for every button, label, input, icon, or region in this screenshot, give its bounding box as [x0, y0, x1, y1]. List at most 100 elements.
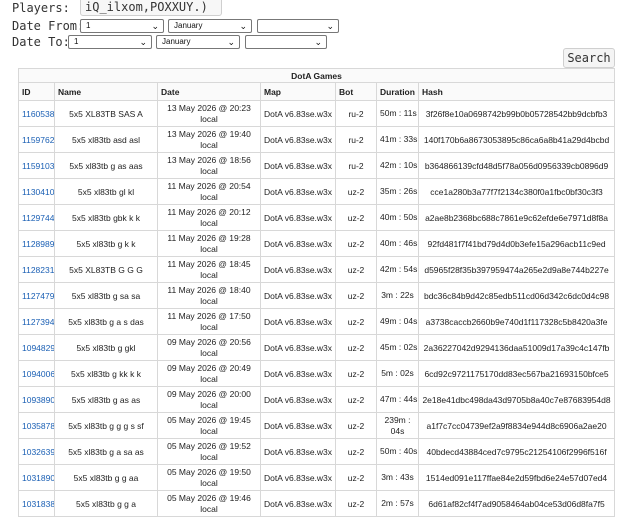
game-hash: a3738caccb2660b9e740d1f117328c5b8420a3fe — [417, 308, 616, 335]
game-name: 5x5 xl83tb gbk k k — [54, 204, 158, 231]
game-id-link[interactable]: 1128231 — [22, 265, 54, 275]
game-map: DotA v6.83se.w3x — [260, 490, 336, 517]
game-id-cell: 1127394 — [18, 308, 55, 335]
to-month-select[interactable]: January ⌄ — [156, 35, 240, 49]
game-id-link[interactable]: 1127479 — [22, 291, 54, 301]
game-duration: 40m : 50s — [376, 204, 419, 231]
game-id-link[interactable]: 1160538 — [22, 109, 54, 119]
chevron-down-icon: ⌄ — [227, 37, 235, 47]
game-bot: uz-2 — [335, 490, 377, 517]
game-bot: uz-2 — [335, 334, 377, 361]
game-hash: 40bdecd43884ced7c9795c21254106f2996f516f — [417, 438, 616, 465]
game-name: 5x5 XL83TB G G G — [54, 256, 158, 283]
game-date-zone: local — [200, 425, 218, 436]
table-row: 1129744 5x5 xl83tb gbk k k 11 May 2026 @ 2… — [18, 204, 616, 231]
game-bot: uz-2 — [335, 360, 377, 387]
game-id-cell: 1159103 — [18, 152, 55, 179]
game-duration-main: 3m : 43s — [381, 472, 414, 482]
game-id-link[interactable]: 1031838 — [22, 499, 54, 509]
table-row: 1032639 5x5 xl83tb g a sa as 05 May 2026 @… — [18, 438, 616, 465]
table-row: 1127394 5x5 xl83tb g a s das 11 May 2026 @… — [18, 308, 616, 335]
game-date: 11 May 2026 @ 17:50 local — [157, 308, 261, 335]
to-year-select[interactable]: ⌄ — [245, 35, 327, 49]
game-hash: 2e18e41dbc498da43d9705b8a40c7e87683954d8 — [417, 386, 616, 413]
game-date-zone: local — [200, 477, 218, 488]
from-year-select[interactable]: ⌄ — [257, 19, 339, 33]
game-hash: 2a36227042d9294136daa51009d17a39c4c147fb — [417, 334, 616, 361]
game-id-link[interactable]: 1094006 — [22, 369, 54, 379]
table-caption: DotA Games — [17, 68, 616, 83]
game-bot: uz-2 — [335, 282, 377, 309]
game-duration: 239m :04s — [376, 412, 419, 439]
game-bot: uz-2 — [335, 230, 377, 257]
from-day-select[interactable]: 1 ⌄ — [80, 19, 164, 33]
game-id-link[interactable]: 1031890 — [22, 473, 54, 483]
game-bot: ru-2 — [335, 152, 377, 179]
game-id-link[interactable]: 1032639 — [22, 447, 54, 457]
table-row: 1128231 5x5 XL83TB G G G 11 May 2026 @ 18:… — [18, 256, 616, 283]
game-id-cell: 1031890 — [18, 464, 55, 491]
game-id-cell: 1128989 — [18, 230, 55, 257]
game-date-zone: local — [200, 113, 218, 124]
game-id-link[interactable]: 1129744 — [22, 213, 54, 223]
game-date-zone: local — [200, 503, 218, 514]
game-id-link[interactable]: 1130410 — [22, 187, 54, 197]
column-header-name: Name — [54, 82, 158, 101]
game-id-cell: 1094829 — [18, 334, 55, 361]
table-row: 1031890 5x5 xl83tb g g aa 05 May 2026 @ 19… — [18, 464, 616, 491]
game-duration: 3m : 22s — [376, 282, 419, 309]
game-name: 5x5 xl83tb asd asl — [54, 126, 158, 153]
game-id-link[interactable]: 1094829 — [22, 343, 54, 353]
game-id-cell: 1031838 — [18, 490, 55, 517]
game-date-time: 05 May 2026 @ 19:45 — [167, 414, 251, 425]
game-date-time: 09 May 2026 @ 20:00 — [167, 388, 251, 399]
game-date-time: 05 May 2026 @ 19:52 — [167, 440, 251, 451]
game-date-time: 09 May 2026 @ 20:49 — [167, 362, 251, 373]
players-input[interactable]: iQ_ilxom,POXXUY.) — [80, 0, 222, 16]
game-id-cell: 1159762 — [18, 126, 55, 153]
column-header-date: Date — [157, 82, 261, 101]
game-map: DotA v6.83se.w3x — [260, 256, 336, 283]
game-bot: ru-2 — [335, 100, 377, 127]
game-name: 5x5 xl83tb g g aa — [54, 464, 158, 491]
game-bot: uz-2 — [335, 178, 377, 205]
date-to-label: Date To: — [12, 35, 70, 49]
search-button[interactable]: Search — [563, 48, 615, 68]
column-header-hash: Hash — [417, 82, 616, 101]
from-month-select[interactable]: January ⌄ — [168, 19, 252, 33]
game-map: DotA v6.83se.w3x — [260, 308, 336, 335]
game-id-link[interactable]: 1093890 — [22, 395, 54, 405]
game-duration-main: 35m : 26s — [380, 186, 418, 196]
game-id-link[interactable]: 1127394 — [22, 317, 54, 327]
game-map: DotA v6.83se.w3x — [260, 126, 336, 153]
game-duration-rest: 04s — [390, 425, 405, 436]
game-name: 5x5 xl83tb g a s das — [54, 308, 158, 335]
game-bot: uz-2 — [335, 438, 377, 465]
game-date-time: 13 May 2026 @ 18:56 — [167, 154, 251, 165]
game-id-cell: 1128231 — [18, 256, 55, 283]
game-id-link[interactable]: 1128989 — [22, 239, 54, 249]
game-duration-main: 2m : 57s — [381, 498, 414, 508]
game-hash: 6d61af82cf4f7ad9058464ab04ce53d06d8fa7f5 — [417, 490, 616, 517]
game-date-zone: local — [200, 321, 218, 332]
game-date: 05 May 2026 @ 19:52 local — [157, 438, 261, 465]
game-duration: 45m : 02s — [376, 334, 419, 361]
game-id-link[interactable]: 1159762 — [22, 135, 54, 145]
game-date: 11 May 2026 @ 20:12 local — [157, 204, 261, 231]
game-bot: uz-2 — [335, 256, 377, 283]
game-date: 11 May 2026 @ 18:40 local — [157, 282, 261, 309]
game-duration: 47m : 44s — [376, 386, 419, 413]
game-date-time: 11 May 2026 @ 18:40 — [167, 284, 251, 295]
game-date-zone: local — [200, 347, 218, 358]
game-date-time: 09 May 2026 @ 20:56 — [167, 336, 251, 347]
game-duration: 50m : 40s — [376, 438, 419, 465]
date-to-row: Date To: — [12, 34, 70, 50]
to-day-select[interactable]: 1 ⌄ — [68, 35, 152, 49]
game-id-cell: 1093890 — [18, 386, 55, 413]
game-id-link[interactable]: 1035878 — [22, 421, 54, 431]
game-id-link[interactable]: 1159103 — [22, 161, 54, 171]
game-id-cell: 1035878 — [18, 412, 55, 439]
game-hash: 3f26f8e10a0698742b99b0b05728542bb9dcbfb3 — [417, 100, 616, 127]
game-date: 09 May 2026 @ 20:49 local — [157, 360, 261, 387]
chevron-down-icon: ⌄ — [326, 21, 334, 31]
